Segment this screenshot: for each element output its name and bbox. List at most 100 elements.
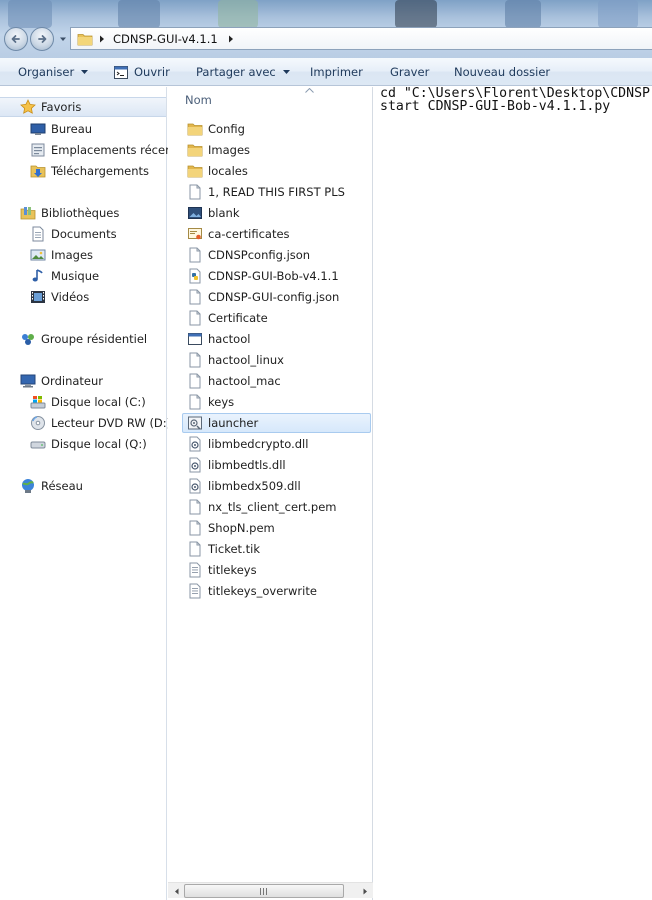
file-row[interactable]: hactool_mac <box>182 371 371 391</box>
pictures-icon <box>30 249 46 261</box>
file-name: hactool_mac <box>208 374 281 388</box>
file-name: titlekeys_overwrite <box>208 584 317 598</box>
nav-label: Emplacements récents <box>51 143 183 157</box>
nav-downloads[interactable]: Téléchargements <box>30 161 149 181</box>
organise-label: Organiser <box>18 65 75 79</box>
command-bar: Organiser Ouvrir Partager avec Imprimer … <box>0 58 652 86</box>
windows-drive-icon <box>30 396 46 409</box>
file-name: locales <box>208 164 248 178</box>
blurred-background <box>505 0 541 28</box>
file-row[interactable]: Ticket.tik <box>182 539 371 559</box>
file-row[interactable]: Config <box>182 119 371 139</box>
nav-label: Disque local (Q:) <box>51 437 147 451</box>
breadcrumb-folder[interactable]: CDNSP-GUI-v4.1.1 <box>113 32 218 46</box>
nav-drive-q[interactable]: Disque local (Q:) <box>30 434 147 454</box>
address-bar[interactable]: CDNSP-GUI-v4.1.1 <box>70 27 652 50</box>
file-row[interactable]: locales <box>182 161 371 181</box>
file-row[interactable]: libmbedtls.dll <box>182 455 371 475</box>
print-button[interactable]: Imprimer <box>310 58 363 86</box>
name-column-header[interactable]: Nom <box>185 93 212 107</box>
file-row[interactable]: blank <box>182 203 371 223</box>
file-row[interactable]: titlekeys_overwrite <box>182 581 371 601</box>
file-row[interactable]: libmbedx509.dll <box>182 476 371 496</box>
nav-favorites[interactable]: Favoris <box>0 97 166 117</box>
nav-drive-c[interactable]: Disque local (C:) <box>30 392 146 412</box>
file-row[interactable]: keys <box>182 392 371 412</box>
blurred-background <box>218 0 258 28</box>
nav-pictures[interactable]: Images <box>30 245 93 265</box>
file-row[interactable]: ca-certificates <box>182 224 371 244</box>
file-name: libmbedtls.dll <box>208 458 286 472</box>
file-name: hactool_linux <box>208 353 284 367</box>
nav-desktop[interactable]: Bureau <box>30 119 92 139</box>
file-row[interactable]: titlekeys <box>182 560 371 580</box>
nav-videos[interactable]: Vidéos <box>30 287 89 307</box>
file-name: nx_tls_client_cert.pem <box>208 500 337 514</box>
file-name: libmbedcrypto.dll <box>208 437 309 451</box>
sort-ascending-icon <box>305 88 314 93</box>
file-row[interactable]: CDNSP-GUI-Bob-v4.1.1 <box>182 266 371 286</box>
file-name: Config <box>208 122 245 136</box>
nav-label: Groupe résidentiel <box>41 332 148 346</box>
file-row[interactable]: launcher <box>182 413 371 433</box>
dvd-drive-icon <box>31 416 45 430</box>
file-name: Certificate <box>208 311 268 325</box>
file-row[interactable]: CDNSPconfig.json <box>182 245 371 265</box>
nav-homegroup[interactable]: Groupe résidentiel <box>20 329 147 349</box>
back-button[interactable] <box>4 27 28 51</box>
document-icon <box>189 520 201 536</box>
scroll-right-icon <box>363 888 367 894</box>
nav-documents[interactable]: Documents <box>30 224 117 244</box>
chevron-down-icon <box>81 70 89 74</box>
share-with-button[interactable]: Partager avec <box>196 58 290 86</box>
breadcrumb-arrow-icon[interactable] <box>228 35 234 43</box>
homegroup-icon <box>22 334 34 345</box>
nav-network[interactable]: Réseau <box>20 476 83 496</box>
burn-button[interactable]: Graver <box>390 58 429 86</box>
share-label: Partager avec <box>196 65 276 79</box>
libraries-icon <box>20 207 36 220</box>
dll-file-icon <box>189 478 201 494</box>
nav-dvd-drive[interactable]: Lecteur DVD RW (D:) A <box>30 413 183 433</box>
chevron-down-icon <box>282 70 290 74</box>
open-button[interactable]: Ouvrir <box>114 58 170 86</box>
grip-icon <box>259 887 267 895</box>
document-icon <box>189 394 201 410</box>
nav-libraries[interactable]: Bibliothèques <box>20 203 119 223</box>
open-label: Ouvrir <box>134 65 170 79</box>
scroll-thumb[interactable] <box>184 884 344 898</box>
file-name: ShopN.pem <box>208 521 275 535</box>
image-file-icon <box>188 207 202 219</box>
text-preview-pane[interactable]: cd "C:\Users\Florent\Desktop\CDNSP start … <box>374 87 652 900</box>
file-row[interactable]: ShopN.pem <box>182 518 371 538</box>
scroll-left-button[interactable] <box>168 883 184 899</box>
scroll-right-button[interactable] <box>357 883 373 899</box>
nav-music[interactable]: Musique <box>30 266 99 286</box>
batch-file-content: cd "C:\Users\Florent\Desktop\CDNSP start … <box>380 87 650 113</box>
nav-label: Disque local (C:) <box>51 395 146 409</box>
breadcrumb-arrow-icon[interactable] <box>99 35 105 43</box>
nav-computer[interactable]: Ordinateur <box>20 371 103 391</box>
navigation-pane: Favoris Bureau Emplacements récents Télé… <box>0 87 183 900</box>
forward-button[interactable] <box>30 27 54 51</box>
nav-label: Musique <box>51 269 100 283</box>
file-row[interactable]: hactool <box>182 329 371 349</box>
new-folder-button[interactable]: Nouveau dossier <box>454 58 550 86</box>
organise-button[interactable]: Organiser <box>18 58 89 86</box>
nav-label: Documents <box>51 227 117 241</box>
file-name: hactool <box>208 332 251 346</box>
file-row[interactable]: Images <box>182 140 371 160</box>
file-row[interactable]: nx_tls_client_cert.pem <box>182 497 371 517</box>
file-row[interactable]: hactool_linux <box>182 350 371 370</box>
file-row[interactable]: Certificate <box>182 308 371 328</box>
batch-line: start CDNSP-GUI-Bob-v4.1.1.py <box>380 99 611 114</box>
file-row[interactable]: libmbedcrypto.dll <box>182 434 371 454</box>
recent-pages-dropdown-icon[interactable] <box>59 35 67 43</box>
file-row[interactable]: 1, READ THIS FIRST PLS <box>182 182 371 202</box>
document-icon <box>189 373 201 389</box>
file-row[interactable]: CDNSP-GUI-config.json <box>182 287 371 307</box>
folder-icon <box>77 33 93 45</box>
horizontal-scrollbar[interactable] <box>168 882 373 898</box>
network-icon <box>22 479 34 493</box>
nav-recent-places[interactable]: Emplacements récents <box>30 140 183 160</box>
